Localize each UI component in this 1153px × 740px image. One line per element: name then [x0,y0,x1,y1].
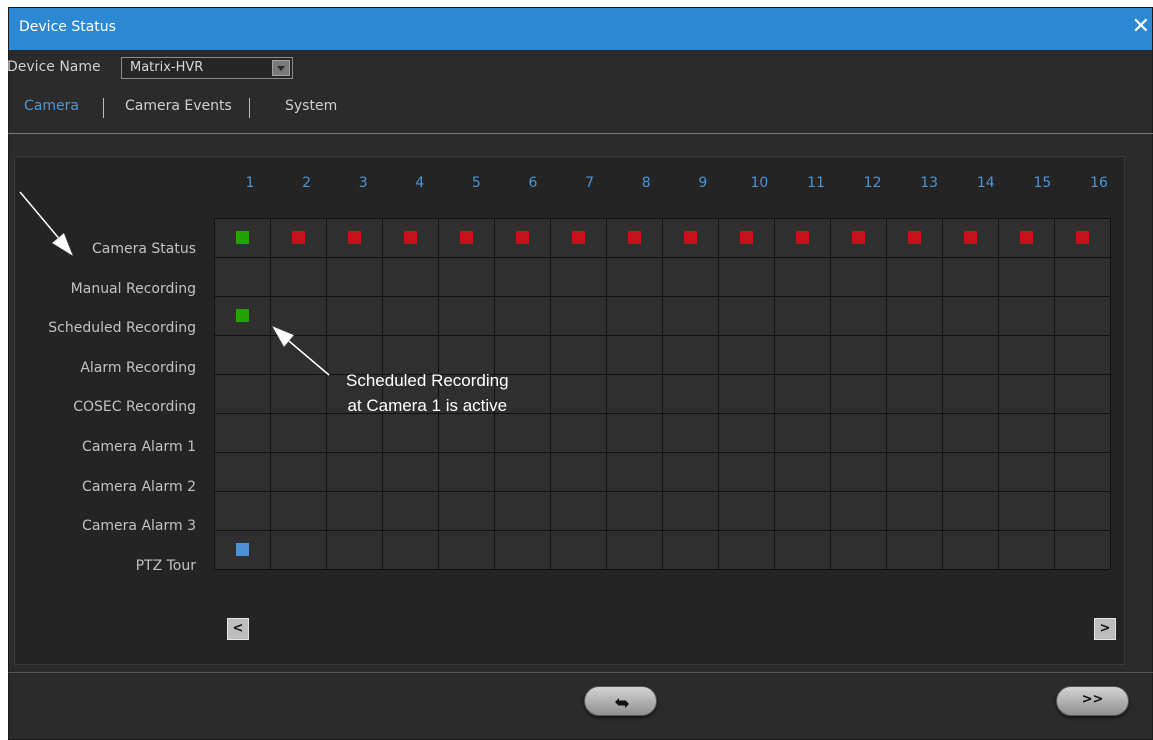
annotation-arrowhead [271,325,295,348]
annotation-arrows [19,191,330,376]
annotation-callout: Scheduled Recording at Camera 1 is activ… [346,368,509,418]
annotation-line-1: Scheduled Recording [346,371,509,390]
annotation-arrowhead [51,232,74,257]
annotation-line-2: at Camera 1 is active [347,396,508,415]
annotation-arrow-scheduled [282,335,330,376]
